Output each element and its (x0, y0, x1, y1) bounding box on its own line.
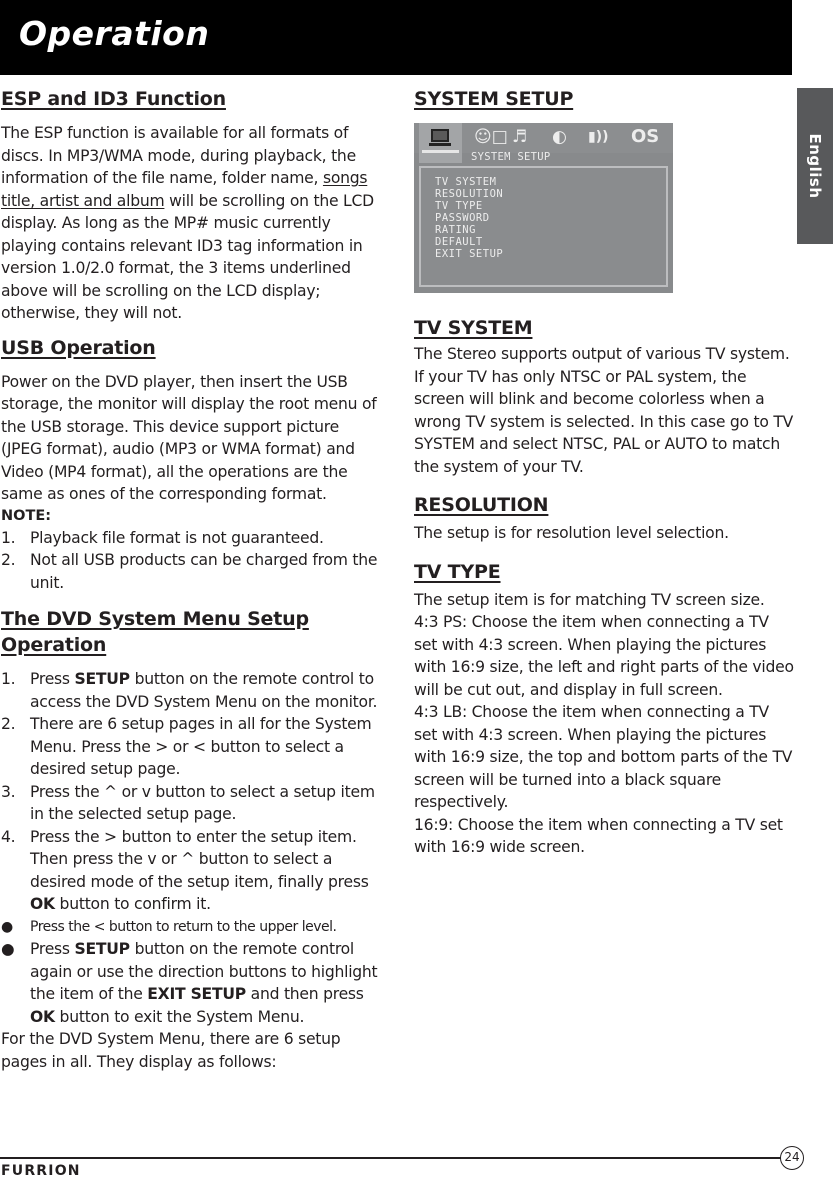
note-number: 1. (1, 528, 16, 547)
bullet-text: Press (30, 940, 75, 958)
dvd-menu-closing: For the DVD System Menu, there are 6 set… (1, 1030, 341, 1071)
step-text: button to confirm it. (54, 895, 212, 913)
tv-system-section: TV SYSTEM The Stereo supports output of … (414, 315, 794, 478)
note-list: 1. Playback file format is not guaranteed… (1, 527, 383, 595)
esp-text-1: The ESP function is available for all fo… (1, 124, 356, 187)
usb-heading: USB Operation (1, 336, 156, 359)
dvd-menu-section: The DVD System Menu Setup Operation 1. Pr… (1, 606, 383, 1073)
note-number: 2. (1, 551, 16, 569)
usb-section: USB Operation Power on the DVD player, t… (1, 335, 383, 595)
step-number: 2. (1, 715, 16, 733)
page-title: Operation (19, 14, 210, 53)
bullet-icon: ● (1, 940, 15, 958)
header-bar: Operation (0, 0, 792, 75)
system-setup-section: SYSTEM SETUP ☺□ ♬ ◐ ▮)) OS SYSTEM SETUP … (414, 86, 794, 293)
osd-tab-system (419, 123, 462, 163)
resolution-paragraph: The setup is for resolution level select… (414, 524, 729, 542)
speaker-icon: ▮)) (588, 129, 609, 145)
step-number: 1. (1, 670, 16, 688)
osd-menu-item: RESOLUTION (435, 188, 504, 200)
step-item: 2. There are 6 setup pages in all for the… (1, 713, 383, 781)
osd-menu-item: DEFAULT (435, 236, 483, 248)
language-tab: English (797, 88, 833, 244)
bullet-item: ● Press the < button to return to the upp… (1, 916, 383, 939)
tv-type-wide: 16:9: Choose the item when connecting a … (414, 815, 783, 857)
bullet-key: OK (30, 1007, 55, 1026)
tv-type-section: TV TYPE The setup item is for matching T… (414, 559, 794, 859)
esp-heading: ESP and ID3 Function (1, 88, 226, 110)
esp-section: ESP and ID3 Function The ESP function is… (1, 86, 383, 325)
active-tab-indicator (422, 150, 459, 153)
tv-type-intro: The setup item is for matching TV screen… (414, 590, 765, 609)
bullet-text: button to exit the System Menu. (54, 1007, 305, 1026)
brand-logo: FURRION (1, 1163, 81, 1179)
footer-divider (0, 1157, 781, 1159)
step-text: Press the > button to enter the setup it… (30, 827, 369, 891)
step-key: SETUP (74, 670, 131, 688)
page-number: 24 (780, 1146, 804, 1170)
monitor-icon (431, 129, 449, 142)
esp-paragraph: The ESP function is available for all fo… (1, 122, 383, 325)
resolution-section: RESOLUTION The setup is for resolution l… (414, 492, 794, 545)
note-text: Not all USB products can be charged from… (30, 551, 378, 592)
note-item: 2. Not all USB products can be charged fr… (1, 549, 383, 594)
bullet-key: SETUP (74, 940, 131, 958)
note-label: NOTE: (1, 507, 52, 524)
step-number: 3. (1, 782, 16, 801)
tv-type-ps: 4:3 PS: Choose the item when connecting … (414, 613, 794, 699)
osd-subtitle: SYSTEM SETUP (471, 151, 551, 163)
setup-steps-list: 1. Press SETUP button on the remote contr… (1, 668, 383, 1028)
bullet-key: EXIT SETUP (147, 985, 246, 1003)
osd-menu-panel: TV SYSTEM RESOLUTION TV TYPE PASSWORD RA… (419, 166, 668, 287)
step-item: 1. Press SETUP button on the remote contr… (1, 668, 383, 713)
bullet-text: Press the < button to return to the uppe… (30, 918, 337, 935)
bullet-icon: ● (1, 918, 13, 935)
note-item: 1. Playback file format is not guaranteed… (1, 527, 383, 550)
osd-menu-item: EXIT SETUP (435, 248, 504, 260)
tv-system-paragraph: The Stereo supports output of various TV… (414, 345, 794, 476)
osd-menu-item: TV TYPE (435, 200, 483, 212)
bullet-item: ● Press SETUP button on the remote contro… (1, 938, 383, 1028)
tv-type-lb: 4:3 LB: Choose the item when connecting … (414, 703, 793, 811)
step-key: OK (30, 895, 55, 913)
person-screen-icon: ☺□ (474, 127, 508, 147)
monitor-stand (429, 143, 451, 146)
resolution-heading: RESOLUTION (414, 494, 549, 516)
tv-system-heading: TV SYSTEM (414, 317, 533, 339)
step-text: There are 6 setup pages in all for the S… (30, 715, 372, 778)
left-column: ESP and ID3 Function The ESP function is… (1, 86, 383, 1073)
osd-menu-item: RATING (435, 224, 476, 236)
step-item: 4. Press the > button to enter the setup … (1, 826, 383, 916)
os-icon: OS (631, 126, 660, 147)
step-text: Press the ^ or v button to select a setu… (30, 782, 375, 824)
language-label: English (806, 133, 824, 199)
bullet-text: and then press (245, 985, 364, 1003)
tv-type-heading: TV TYPE (414, 560, 501, 583)
system-setup-screenshot: ☺□ ♬ ◐ ▮)) OS SYSTEM SETUP TV SYSTEM RES… (414, 123, 673, 293)
system-setup-heading: SYSTEM SETUP (414, 88, 574, 110)
step-number: 4. (1, 827, 16, 846)
osd-menu-list: TV SYSTEM RESOLUTION TV TYPE PASSWORD RA… (435, 176, 503, 260)
step-text: Press (30, 670, 75, 688)
osd-menu-item: PASSWORD (435, 212, 490, 224)
esp-text-2: will be scrolling on the LCD display. As… (1, 191, 374, 323)
note-text: Playback file format is not guaranteed. (30, 528, 324, 547)
step-item: 3. Press the ^ or v button to select a se… (1, 781, 383, 826)
dvd-menu-heading: The DVD System Menu Setup Operation (1, 608, 309, 656)
usb-paragraph: Power on the DVD player, then insert the… (1, 372, 377, 504)
osd-menu-item: TV SYSTEM (435, 176, 497, 188)
music-note-icon: ♬ (512, 127, 528, 147)
right-column: SYSTEM SETUP ☺□ ♬ ◐ ▮)) OS SYSTEM SETUP … (414, 86, 794, 859)
circle-icon: ◐ (552, 127, 567, 147)
